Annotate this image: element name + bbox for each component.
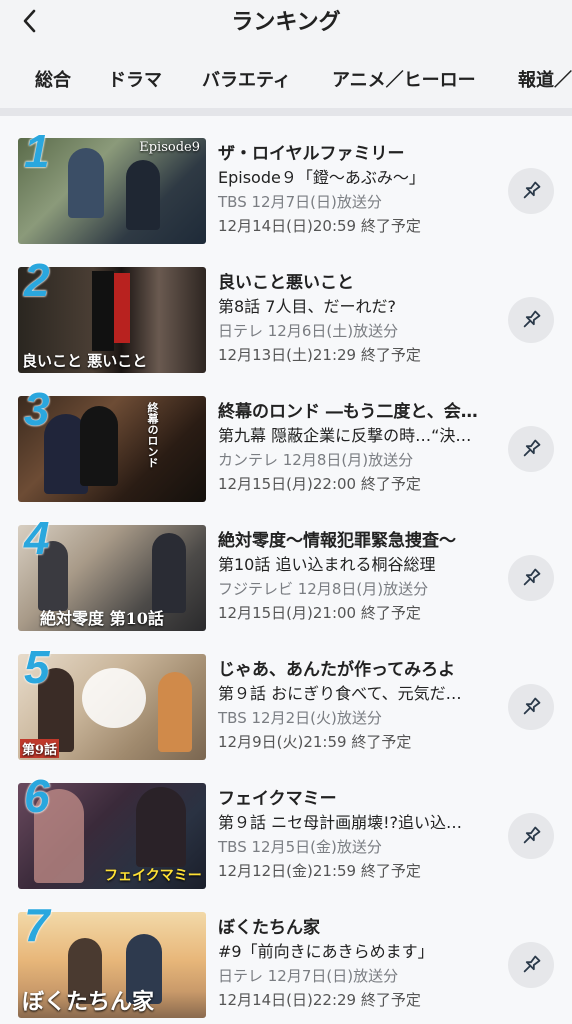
rank-number: 4 (24, 512, 50, 564)
tab-anime-hero[interactable]: アニメ／ヒーロー (332, 66, 476, 92)
pin-button[interactable] (508, 426, 554, 472)
episode-title: 第九幕 隠蔽企業に反撃の時…“決… (218, 426, 472, 445)
ranking-item[interactable]: フェイクマミー 6 フェイクマミー 第９話 ニセ母計画崩壊!?追い込… TBS … (0, 761, 572, 890)
rank-number: 1 (24, 125, 50, 177)
thumb-caption: 良いこと 悪いこと (22, 352, 148, 370)
expiry-info: 12月13日(土)21:29 終了予定 (218, 346, 421, 364)
category-tabs: 総合 ドラマ バラエティ アニメ／ヒーロー 報道／ (0, 52, 572, 112)
episode-title: 第９話 ニセ母計画崩壊!?追い込… (218, 813, 462, 832)
program-title: 良いこと悪いこと (218, 273, 354, 293)
ranking-item[interactable]: 良いこと 悪いこと 2 良いこと悪いこと 第8話 7人目、だーれだ? 日テレ 1… (0, 245, 572, 374)
expiry-info: 12月14日(日)20:59 終了予定 (218, 217, 421, 235)
episode-title: 第10話 追い込まれる桐谷総理 (218, 555, 436, 574)
program-title: ぼくたちん家 (218, 918, 320, 938)
rank-number: 7 (24, 899, 50, 951)
broadcast-info: フジテレビ 12月8日(月)放送分 (218, 580, 429, 598)
expiry-info: 12月15日(月)21:00 終了予定 (218, 604, 421, 622)
program-title: じゃあ、あんたが作ってみろよ (218, 660, 456, 680)
thumb-caption: 絶対零度 第10話 (40, 609, 164, 628)
pin-icon (523, 955, 541, 973)
episode-title: 第8話 7人目、だーれだ? (218, 297, 396, 316)
ranking-item[interactable]: Episode9 1 ザ・ロイヤルファミリー Episode９「鐙〜あぶみ〜」 … (0, 116, 572, 245)
pin-icon (523, 181, 541, 199)
broadcast-info: カンテレ 12月8日(月)放送分 (218, 451, 414, 469)
program-title: フェイクマミー (218, 789, 337, 809)
pin-icon (523, 310, 541, 328)
broadcast-info: TBS 12月5日(金)放送分 (218, 838, 382, 856)
broadcast-info: 日テレ 12月6日(土)放送分 (218, 322, 399, 340)
tab-drama[interactable]: ドラマ (108, 66, 162, 92)
ranking-item[interactable]: 第9話 5 じゃあ、あんたが作ってみろよ 第９話 おにぎり食べて、元気だ… TB… (0, 632, 572, 761)
expiry-info: 12月9日(火)21:59 終了予定 (218, 733, 412, 751)
pin-button[interactable] (508, 684, 554, 730)
pin-button[interactable] (508, 813, 554, 859)
ranking-item[interactable]: 絶対零度 第10話 4 絶対零度〜情報犯罪緊急捜査〜 第10話 追い込まれる桐谷… (0, 503, 572, 632)
ranking-item[interactable]: ぼくたちん家 7 ぼくたちん家 #9「前向きにあきらめます」 日テレ 12月7日… (0, 890, 572, 1019)
expiry-info: 12月15日(月)22:00 終了予定 (218, 475, 421, 493)
episode-title: #9「前向きにあきらめます」 (218, 942, 434, 961)
program-title: 終幕のロンド ―もう二度と、会… (218, 402, 478, 422)
rank-number: 3 (24, 383, 50, 435)
ranking-item[interactable]: 終幕のロンド 3 終幕のロンド ―もう二度と、会… 第九幕 隠蔽企業に反撃の時…… (0, 374, 572, 503)
episode-title: 第９話 おにぎり食べて、元気だ… (218, 684, 462, 703)
broadcast-info: 日テレ 12月7日(日)放送分 (218, 967, 399, 985)
divider (0, 108, 572, 116)
thumb-caption: ぼくたちん家 (22, 989, 155, 1015)
program-title: 絶対零度〜情報犯罪緊急捜査〜 (218, 531, 456, 551)
pin-icon (523, 826, 541, 844)
rank-number: 2 (24, 254, 50, 306)
tab-sougou[interactable]: 総合 (35, 66, 71, 92)
broadcast-info: TBS 12月2日(火)放送分 (218, 709, 382, 727)
episode-title: Episode９「鐙〜あぶみ〜」 (218, 168, 425, 187)
tab-news[interactable]: 報道／ (518, 66, 572, 92)
program-title: ザ・ロイヤルファミリー (218, 144, 405, 164)
pin-icon (523, 439, 541, 457)
pin-button[interactable] (508, 168, 554, 214)
thumb-caption: フェイクマミー (104, 868, 202, 884)
thumb-caption: 終幕のロンド (146, 402, 159, 468)
rank-number: 6 (24, 770, 50, 822)
pin-button[interactable] (508, 555, 554, 601)
header: ランキング (0, 0, 572, 44)
expiry-info: 12月14日(日)22:29 終了予定 (218, 991, 421, 1009)
thumb-caption: 第9話 (20, 739, 60, 758)
expiry-info: 12月12日(金)21:59 終了予定 (218, 862, 421, 880)
page-title: ランキング (231, 10, 341, 35)
pin-icon (523, 697, 541, 715)
pin-button[interactable] (508, 297, 554, 343)
pin-button[interactable] (508, 942, 554, 988)
pin-icon (523, 568, 541, 586)
ranking-list: Episode9 1 ザ・ロイヤルファミリー Episode９「鐙〜あぶみ〜」 … (0, 116, 572, 1024)
thumb-caption: Episode9 (139, 140, 200, 155)
tab-variety[interactable]: バラエティ (202, 66, 291, 92)
broadcast-info: TBS 12月7日(日)放送分 (218, 193, 382, 211)
rank-number: 5 (24, 641, 50, 693)
